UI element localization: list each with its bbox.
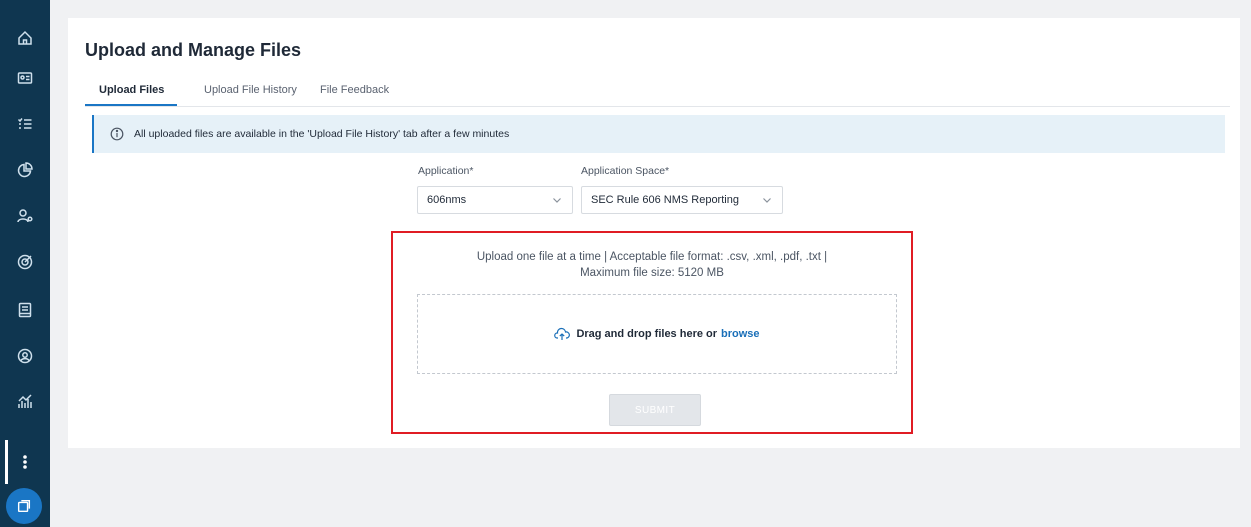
chevron-down-icon [553,198,561,203]
upload-instructions-line1: Upload one file at a time | Acceptable f… [476,251,828,263]
application-space-label: Application Space* [581,165,670,177]
page-title: Upload and Manage Files [85,40,302,60]
sidebar-item-targets[interactable] [0,244,50,280]
application-space-select[interactable]: SEC Rule 606 NMS Reporting [581,186,783,214]
sidebar-item-docs[interactable] [0,292,50,328]
browse-link[interactable]: browse [721,328,760,340]
tab-bar: Upload Files Upload File History File Fe… [85,80,1230,107]
sidebar-item-tasks[interactable] [0,106,50,142]
application-space-select-value: SEC Rule 606 NMS Reporting [591,194,739,206]
submit-button[interactable]: SUBMIT [609,394,701,426]
sidebar-item-windows[interactable] [6,488,42,524]
sidebar-item-analytics[interactable] [0,384,50,420]
user-settings-icon [17,209,33,223]
application-select[interactable]: 606nms [417,186,573,214]
home-icon [18,30,32,45]
sidebar [0,0,50,527]
checklist-icon [17,118,32,129]
file-dropzone[interactable]: Drag and drop files here or browse [417,294,897,374]
tab-upload-file-history[interactable]: Upload File History [204,84,297,96]
upload-section: Upload one file at a time | Acceptable f… [391,231,913,434]
application-label: Application* [418,165,474,177]
sidebar-item-reports[interactable] [0,152,50,188]
target-icon [17,254,33,270]
sidebar-item-cards[interactable] [0,60,50,96]
dropzone-text: Drag and drop files here or [576,328,718,340]
info-banner-text: All uploaded files are available in the … [134,128,510,140]
info-banner: All uploaded files are available in the … [92,115,1225,153]
tab-file-feedback[interactable]: File Feedback [320,84,389,96]
active-tab-indicator [85,104,177,106]
windows-icon [17,499,31,513]
sidebar-item-profile[interactable] [0,338,50,374]
book-icon [18,302,32,318]
tab-upload-files[interactable]: Upload Files [99,84,164,96]
main-card: Upload and Manage Files Upload Files Upl… [68,18,1240,448]
sidebar-item-users[interactable] [0,198,50,234]
id-card-icon [17,72,33,84]
upload-instructions: Upload one file at a time | Acceptable f… [393,249,911,281]
analytics-icon [18,394,32,408]
user-circle-icon [17,348,33,364]
chevron-down-icon [763,198,771,203]
upload-instructions-line2: Maximum file size: 5120 MB [580,267,724,279]
cloud-upload-icon [554,327,571,340]
info-icon [110,127,124,141]
sidebar-item-more[interactable] [0,444,50,480]
more-vertical-icon [23,455,27,469]
application-select-value: 606nms [427,194,467,206]
sidebar-item-home[interactable] [0,20,50,56]
pie-chart-icon [17,162,33,178]
